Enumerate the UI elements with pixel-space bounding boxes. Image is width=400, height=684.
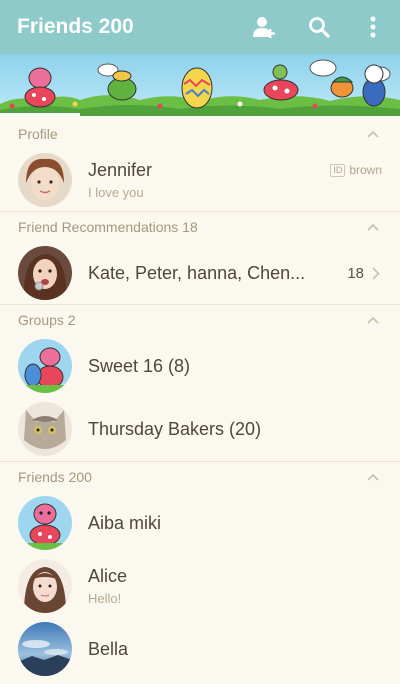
section-header-friends[interactable]: Friends 200 [0, 461, 400, 492]
friend-row[interactable]: Bella [0, 618, 400, 680]
friend-row[interactable]: Alice Hello! [0, 554, 400, 618]
avatar [18, 496, 72, 550]
friend-name: Alice [88, 566, 128, 586]
more-vertical-icon [370, 16, 376, 38]
section-title: Friends 200 [18, 469, 92, 485]
group-row[interactable]: Thursday Bakers (20) [0, 397, 400, 461]
recommendation-names: Kate, Peter, hanna, Chen... [88, 262, 306, 283]
chevron-up-icon[interactable] [366, 313, 380, 327]
section-header-profile[interactable]: Profile [0, 118, 400, 149]
avatar [18, 402, 72, 456]
avatar [18, 153, 72, 207]
id-value: brown [349, 163, 382, 177]
search-button[interactable] [292, 0, 346, 54]
avatar [18, 559, 72, 613]
section-title: Friend Recommendations 18 [18, 219, 198, 235]
friend-name: Aiba miki [88, 512, 162, 533]
chevron-right-icon [372, 266, 382, 280]
friend-status: Hello! [88, 591, 122, 606]
group-name: Thursday Bakers (20) [88, 418, 262, 439]
avatar [18, 622, 72, 676]
add-friend-icon [253, 17, 275, 38]
group-name: Sweet 16 (8) [88, 355, 191, 376]
id-badge: ID brown [330, 163, 382, 177]
avatar [18, 339, 72, 393]
group-row[interactable]: Sweet 16 (8) [0, 335, 400, 397]
theme-banner [0, 54, 400, 116]
friend-name: Bella [88, 638, 129, 659]
section-title: Groups 2 [18, 312, 76, 328]
section-header-groups[interactable]: Groups 2 [0, 304, 400, 335]
chevron-up-icon[interactable] [366, 470, 380, 484]
more-menu-button[interactable] [346, 0, 400, 54]
recommendation-count: 18 [347, 264, 364, 282]
search-icon [309, 17, 330, 38]
friends-list: Profile Jennifer I love you ID brown Fri… [0, 118, 400, 680]
section-header-recommendations[interactable]: Friend Recommendations 18 [0, 211, 400, 242]
avatar [18, 246, 72, 300]
chevron-up-icon[interactable] [366, 127, 380, 141]
chevron-up-icon[interactable] [366, 220, 380, 234]
tab-indicator [0, 113, 80, 116]
profile-name: Jennifer [88, 160, 153, 180]
add-friend-button[interactable] [238, 0, 292, 54]
id-label: ID [330, 163, 346, 177]
profile-row[interactable]: Jennifer I love you ID brown [0, 149, 400, 211]
section-title: Profile [18, 125, 58, 142]
banner-illustration [0, 59, 400, 116]
friend-row[interactable]: Aiba miki [0, 492, 400, 554]
top-bar: Friends 200 [0, 0, 400, 54]
profile-status: I love you [88, 185, 144, 200]
recommendations-row[interactable]: Kate, Peter, hanna, Chen... 18 [0, 242, 400, 304]
page-title: Friends 200 [17, 15, 134, 38]
